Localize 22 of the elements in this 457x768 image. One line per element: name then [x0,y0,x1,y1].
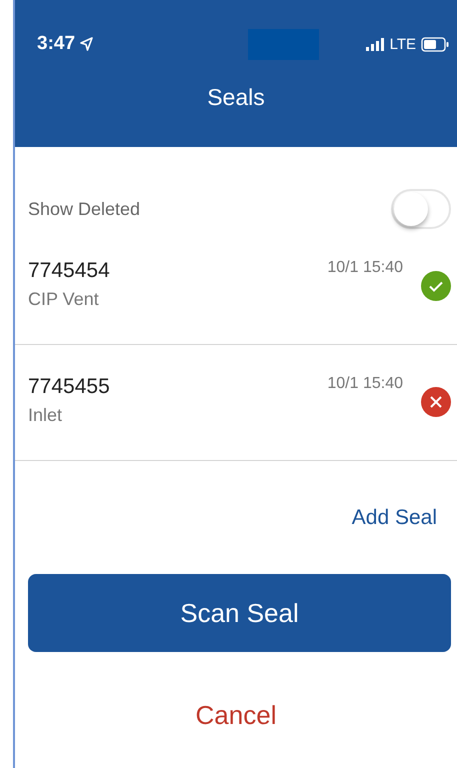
seal-number: 7745454 [28,259,111,283]
scan-seal-button[interactable]: Scan Seal [28,574,451,652]
screen-title: Seals [207,84,265,111]
battery-icon [421,36,449,52]
seal-location: Inlet [28,405,64,426]
add-seal-link[interactable]: Add Seal [352,506,437,530]
cancel-button[interactable]: Cancel [196,700,276,731]
seal-location: CIP Vent [28,289,100,310]
redaction-block [248,28,320,60]
seal-number: 7745455 [28,375,111,399]
check-icon [421,271,451,301]
seal-row[interactable]: 7745455 Inlet 10/1 15:40 [15,345,457,461]
signal-icon [366,38,385,50]
seal-timestamp: 10/1 15:40 [327,259,403,278]
show-deleted-toggle[interactable] [391,189,451,229]
close-icon [421,387,451,417]
toggle-label: Show Deleted [28,198,140,220]
network-label: LTE [390,36,416,52]
clock-time: 3:47 [37,33,76,55]
location-arrow-icon [80,37,94,51]
seal-row[interactable]: 7745454 CIP Vent 10/1 15:40 [15,229,457,345]
seal-timestamp: 10/1 15:40 [327,375,403,394]
